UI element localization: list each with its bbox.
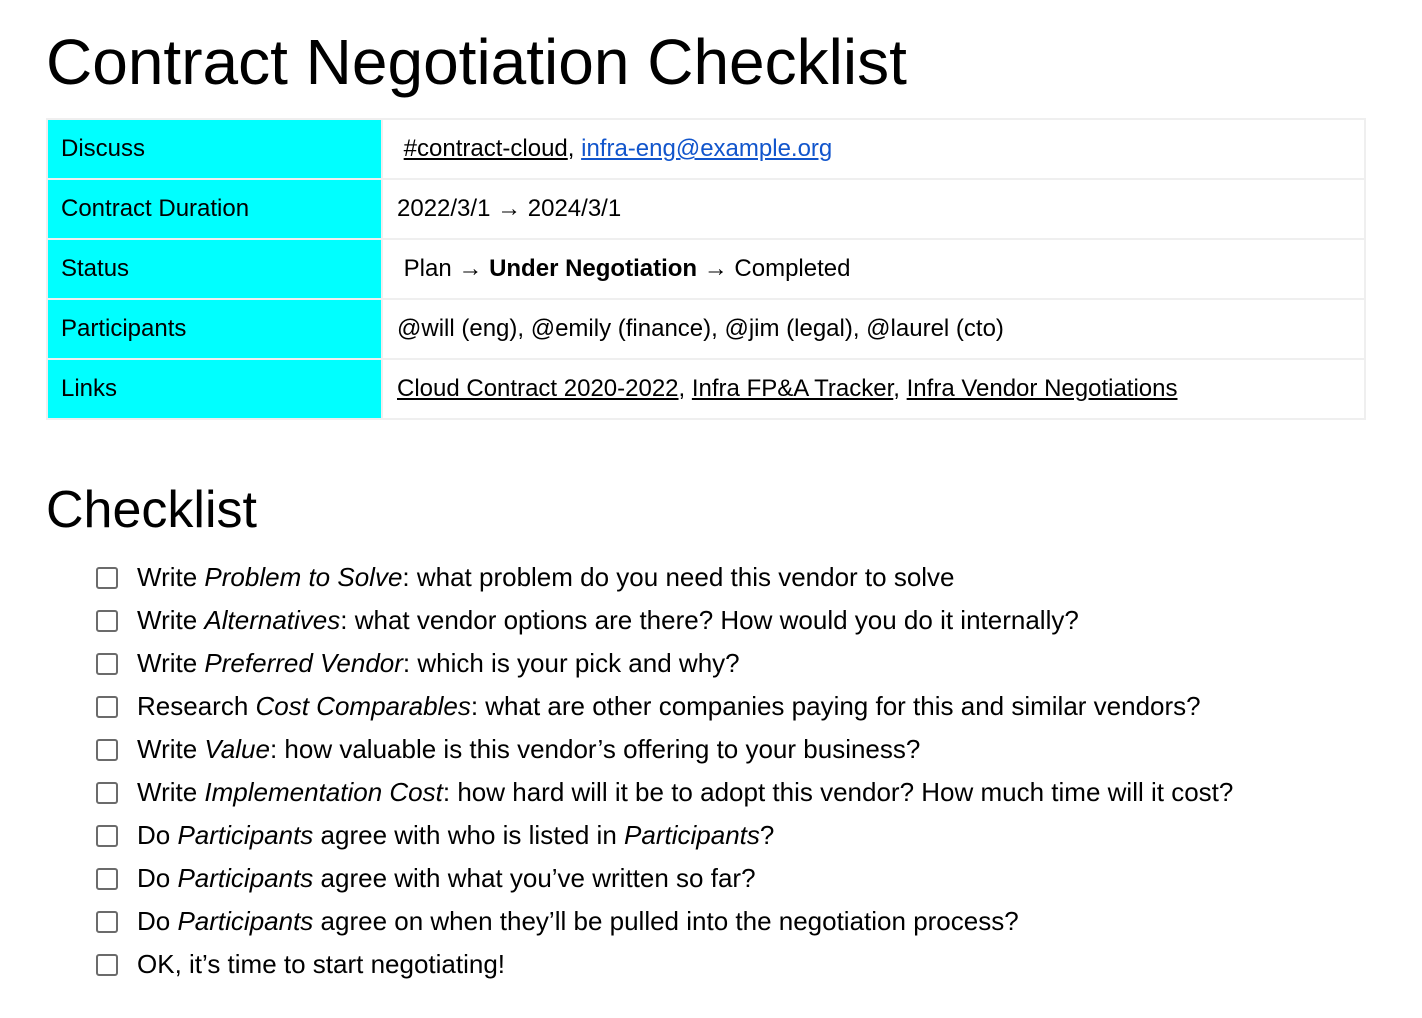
checklist-item-text: Write Implementation Cost: how hard will… <box>137 777 1233 808</box>
emphasis-text: Implementation Cost <box>204 777 443 807</box>
checkbox[interactable] <box>96 695 118 718</box>
checklist-item-text: Write Value: how valuable is this vendor… <box>137 734 920 765</box>
checkbox[interactable] <box>96 781 118 804</box>
link-vendor-negotiations[interactable]: Infra Vendor Negotiations <box>907 375 1178 402</box>
checklist-item: Write Preferred Vendor: which is your pi… <box>96 642 1422 685</box>
item-text: : what are other companies paying for th… <box>470 691 1201 721</box>
emphasis-text: Cost Comparables <box>255 691 471 721</box>
property-row-status: Status Plan → Under Negotiation → Comple… <box>46 238 1366 300</box>
property-row-duration: Contract Duration 2022/3/1 → 2024/3/1 <box>46 178 1366 240</box>
item-text: OK, it’s time to start negotiating! <box>137 949 506 979</box>
checkbox[interactable] <box>96 953 118 976</box>
emphasis-text: Participants <box>177 863 314 893</box>
separator: , <box>567 135 582 162</box>
property-row-discuss: Discuss #contract-cloud, infra-eng@examp… <box>46 118 1366 180</box>
checklist-item: Do Participants agree with what you’ve w… <box>96 857 1422 900</box>
page-title: Contract Negotiation Checklist <box>46 26 907 98</box>
property-label: Links <box>46 358 383 420</box>
properties-table: Discuss #contract-cloud, infra-eng@examp… <box>46 118 1366 420</box>
link-cloud-contract[interactable]: Cloud Contract 2020-2022 <box>397 375 679 402</box>
emphasis-text: Preferred Vendor <box>204 648 403 678</box>
checkbox[interactable] <box>96 867 118 890</box>
checklist-item-text: Do Participants agree with what you’ve w… <box>137 863 756 894</box>
emphasis-text: Participants <box>177 906 314 936</box>
item-text: Write <box>137 734 205 764</box>
item-text: : what problem do you need this vendor t… <box>402 562 955 592</box>
checklist-item: OK, it’s time to start negotiating! <box>96 943 1422 986</box>
item-text: Write <box>137 562 205 592</box>
emphasis-text: Alternatives <box>204 605 341 635</box>
property-value: Plan → Under Negotiation → Completed <box>381 238 1366 300</box>
checkbox[interactable] <box>96 738 118 761</box>
checkbox[interactable] <box>96 824 118 847</box>
item-text: : which is your pick and why? <box>402 648 740 678</box>
item-text: Research <box>137 691 256 721</box>
item-text: : what vendor options are there? How wou… <box>340 605 1079 635</box>
checkbox[interactable] <box>96 910 118 933</box>
status-stage-current: Under Negotiation <box>489 255 698 282</box>
checklist-item: Research Cost Comparables: what are othe… <box>96 685 1422 728</box>
link-fpa-tracker[interactable]: Infra FP&A Tracker <box>692 375 893 402</box>
checkbox[interactable] <box>96 652 118 675</box>
property-value: @will (eng), @emily (finance), @jim (leg… <box>381 298 1366 360</box>
item-text: Write <box>137 777 205 807</box>
property-label: Status <box>46 238 383 300</box>
checklist-item-text: OK, it’s time to start negotiating! <box>137 949 505 980</box>
property-label: Contract Duration <box>46 178 383 240</box>
checklist-item-text: Write Problem to Solve: what problem do … <box>137 562 955 593</box>
arrow: → <box>451 255 490 282</box>
separator: , <box>678 375 692 402</box>
item-text: Write <box>137 605 205 635</box>
emphasis-text: Value <box>204 734 270 764</box>
checklist-item: Write Implementation Cost: how hard will… <box>96 771 1422 814</box>
checklist-heading: Checklist <box>46 481 257 539</box>
item-text: ? <box>759 820 775 850</box>
property-label: Discuss <box>46 118 383 180</box>
checklist-item: Do Participants agree with who is listed… <box>96 814 1422 857</box>
item-text: Write <box>137 648 205 678</box>
property-value: 2022/3/1 → 2024/3/1 <box>381 178 1366 240</box>
property-label: Participants <box>46 298 383 360</box>
checklist-item-text: Write Preferred Vendor: which is your pi… <box>137 648 740 679</box>
email-link[interactable]: infra-eng@example.org <box>581 135 832 162</box>
channel-link[interactable]: #contract-cloud <box>404 135 568 162</box>
checklist-item: Write Value: how valuable is this vendor… <box>96 728 1422 771</box>
checklist-item: Write Alternatives: what vendor options … <box>96 599 1422 642</box>
status-stage-plan: Plan <box>403 255 452 282</box>
property-row-participants: Participants @will (eng), @emily (financ… <box>46 298 1366 360</box>
property-value: Cloud Contract 2020-2022, Infra FP&A Tra… <box>381 358 1366 420</box>
item-text: Do <box>137 863 178 893</box>
property-row-links: Links Cloud Contract 2020-2022, Infra FP… <box>46 358 1366 420</box>
item-text: Do <box>137 820 178 850</box>
checkbox[interactable] <box>96 566 118 589</box>
item-text: agree on when they’ll be pulled into the… <box>313 906 1019 936</box>
document-page: Contract Negotiation Checklist Discuss #… <box>0 0 1422 986</box>
item-text: agree with what you’ve written so far? <box>313 863 756 893</box>
checklist-item: Write Problem to Solve: what problem do … <box>96 556 1422 599</box>
property-value: #contract-cloud, infra-eng@example.org <box>381 118 1366 180</box>
checklist-item: Do Participants agree on when they’ll be… <box>96 900 1422 943</box>
checklist: Write Problem to Solve: what problem do … <box>96 556 1422 986</box>
status-stage-completed: Completed <box>734 255 851 282</box>
checklist-item-text: Write Alternatives: what vendor options … <box>137 605 1079 636</box>
item-text: : how hard will it be to adopt this vend… <box>442 777 1234 807</box>
arrow: → <box>697 255 735 282</box>
emphasis-text: Participants <box>624 820 760 850</box>
emphasis-text: Participants <box>177 820 314 850</box>
checklist-item-text: Do Participants agree on when they’ll be… <box>137 906 1019 937</box>
item-text: agree with who is listed in <box>313 820 625 850</box>
separator: , <box>893 375 907 402</box>
item-text: Do <box>137 906 178 936</box>
checklist-item-text: Research Cost Comparables: what are othe… <box>137 691 1201 722</box>
emphasis-text: Problem to Solve <box>204 562 403 592</box>
checkbox[interactable] <box>96 609 118 632</box>
checklist-item-text: Do Participants agree with who is listed… <box>137 820 774 851</box>
item-text: : how valuable is this vendor’s offering… <box>269 734 921 764</box>
